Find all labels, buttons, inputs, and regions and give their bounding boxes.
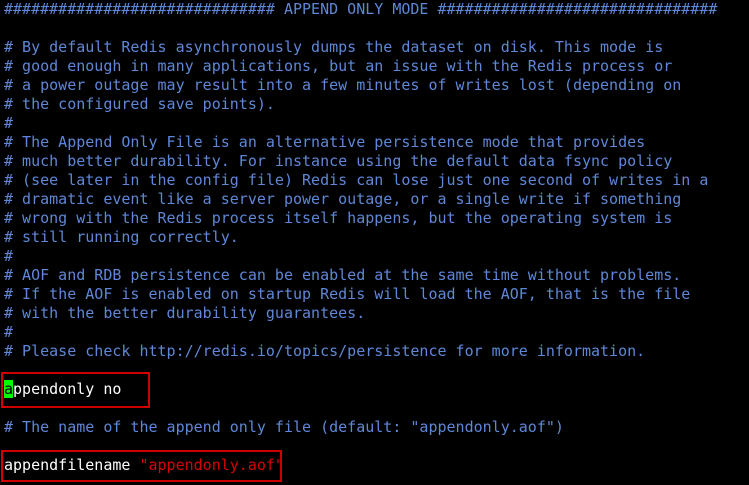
- comment-line: #: [4, 114, 14, 132]
- comment-line: # Please check http://redis.io/topics/pe…: [4, 342, 646, 360]
- appendfilename-highlight-box: [1, 450, 282, 482]
- comment-line: # much better durability. For instance u…: [4, 152, 673, 170]
- terminal-window[interactable]: ############################## APPEND ON…: [0, 0, 749, 485]
- comment-line: # still running correctly.: [4, 228, 239, 246]
- comment-line: # AOF and RDB persistence can be enabled…: [4, 266, 682, 284]
- filename-comment-line: # The name of the append only file (defa…: [4, 418, 564, 436]
- comment-line: # the configured save points).: [4, 95, 275, 113]
- comment-line: # wrong with the Redis process itself ha…: [4, 209, 673, 227]
- comment-line: # good enough in many applications, but …: [4, 57, 673, 75]
- comment-line: # The Append Only File is an alternative…: [4, 133, 646, 151]
- comment-line: # (see later in the config file) Redis c…: [4, 171, 709, 189]
- comment-line: # If the AOF is enabled on startup Redis…: [4, 285, 691, 303]
- comment-line: #: [4, 247, 14, 265]
- comment-line: # a power outage may result into a few m…: [4, 76, 682, 94]
- comment-line: # dramatic event like a server power out…: [4, 190, 682, 208]
- comment-line: # with the better durability guarantees.: [4, 304, 366, 322]
- section-header-line: ############################## APPEND ON…: [4, 0, 718, 18]
- comment-line: # By default Redis asynchronously dumps …: [4, 38, 664, 56]
- comment-line: #: [4, 323, 14, 341]
- appendonly-highlight-box: [1, 372, 150, 408]
